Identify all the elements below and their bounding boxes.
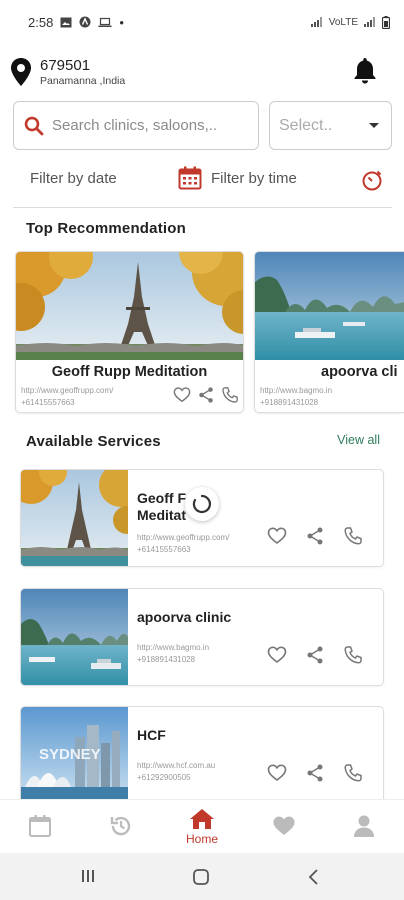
app-notification-icon (79, 16, 91, 28)
chevron-down-icon (369, 123, 379, 128)
back-icon[interactable] (306, 868, 322, 886)
service-phone: +61415557663 (137, 545, 191, 554)
bay-islands-image (255, 252, 404, 360)
nav-home[interactable]: Home (172, 800, 232, 854)
heart-outline-icon[interactable] (267, 763, 287, 783)
phone-icon[interactable] (343, 763, 363, 783)
timer-icon[interactable] (360, 168, 384, 192)
service-name: apoorva clinic (137, 609, 267, 626)
status-dot: • (119, 14, 124, 30)
view-all-link[interactable]: View all (337, 433, 380, 447)
search-icon (24, 116, 44, 135)
service-url[interactable]: http://www.geoffrupp.com/ (137, 533, 229, 542)
location-header[interactable]: 679501 Panamanna ,India (6, 52, 398, 92)
filter-time-label: Filter by time (211, 169, 297, 187)
service-name-line-2: Meditat (137, 507, 186, 523)
calendar-icon (178, 166, 202, 190)
service-name-line-1: Geoff F (137, 490, 186, 506)
history-icon (110, 816, 131, 836)
search-field[interactable] (13, 101, 259, 150)
service-card[interactable]: SYDNEY HCF http://www.hcf.com.au +612929… (20, 706, 384, 804)
system-navigation-bar (0, 853, 404, 900)
sydney-opera-house-image: SYDNEY (21, 707, 128, 803)
heart-outline-icon[interactable] (173, 386, 191, 404)
select-value: Select.. (279, 116, 333, 134)
recommendation-card[interactable]: apoorva cli http://www.bagmo.in +9188914… (254, 251, 404, 413)
gallery-icon (60, 17, 72, 27)
filter-bar: Filter by date Filter by time (0, 160, 404, 200)
phone-icon[interactable] (343, 526, 363, 546)
battery-icon (382, 15, 390, 29)
network-label: VoLTE (328, 16, 358, 28)
phone-icon[interactable] (221, 386, 239, 404)
recommendation-name: apoorva cli (321, 364, 398, 380)
heart-outline-icon[interactable] (267, 526, 287, 546)
search-input[interactable] (52, 117, 242, 134)
service-url[interactable]: http://www.hcf.com.au (137, 761, 215, 770)
heart-outline-icon[interactable] (267, 645, 287, 665)
signal-icon (310, 17, 322, 27)
user-icon (354, 815, 374, 837)
laptop-icon (98, 17, 112, 27)
recent-apps-icon[interactable] (80, 868, 96, 884)
home-icon (190, 809, 214, 829)
share-icon[interactable] (305, 763, 325, 783)
location-place: Panamanna ,India (40, 74, 126, 87)
service-card[interactable]: apoorva clinic http://www.bagmo.in +9188… (20, 588, 384, 686)
signal-icon-secondary (364, 17, 375, 27)
filter-by-time-button[interactable]: Filter by time (178, 166, 297, 190)
service-phone: +918891431028 (137, 655, 196, 664)
recommendation-url[interactable]: http://www.bagmo.in (260, 386, 332, 395)
service-name: HCF (137, 727, 267, 744)
service-name-line-1: apoorva clinic (137, 609, 232, 625)
recommendation-name: Geoff Rupp Meditation (51, 364, 208, 380)
status-bar: 2:58 • VoLTE (0, 0, 404, 44)
service-name-line-1: HCF (137, 727, 166, 743)
heart-icon (273, 816, 295, 835)
share-icon[interactable] (197, 386, 215, 404)
status-time: 2:58 (28, 14, 54, 30)
nav-favorites[interactable] (254, 800, 314, 854)
location-code: 679501 (40, 56, 91, 74)
bell-icon[interactable] (352, 56, 378, 84)
available-services-title: Available Services (26, 433, 161, 450)
divider (13, 207, 392, 208)
share-icon[interactable] (305, 645, 325, 665)
loading-spinner (185, 487, 219, 521)
recommendation-phone: +61415557663 (21, 398, 75, 407)
location-pin-icon (11, 58, 31, 86)
top-recommendation-title: Top Recommendation (26, 220, 186, 237)
eiffel-tower-image (16, 252, 243, 360)
bay-islands-image (21, 589, 128, 685)
nav-calendar[interactable] (10, 800, 70, 854)
recommendation-phone: +918891431028 (260, 398, 319, 407)
service-phone: +61292900505 (137, 773, 191, 782)
calendar-icon (29, 815, 51, 837)
recommendation-card[interactable]: Geoff Rupp Meditation http://www.geoffru… (15, 251, 244, 413)
category-select[interactable]: Select.. (269, 101, 392, 150)
recommendation-url[interactable]: http://www.geoffrupp.com/ (21, 386, 113, 395)
phone-icon[interactable] (343, 645, 363, 665)
nav-history[interactable] (91, 800, 151, 854)
filter-by-date-button[interactable]: Filter by date (30, 170, 117, 187)
eiffel-tower-image (21, 470, 128, 566)
nav-profile[interactable] (334, 800, 394, 854)
home-button-icon[interactable] (192, 868, 210, 886)
sydney-image-text: SYDNEY (39, 746, 101, 763)
share-icon[interactable] (305, 526, 325, 546)
bottom-navigation: Home (0, 799, 404, 853)
spinner-icon (192, 494, 211, 514)
nav-home-label: Home (185, 832, 218, 846)
service-url[interactable]: http://www.bagmo.in (137, 643, 209, 652)
